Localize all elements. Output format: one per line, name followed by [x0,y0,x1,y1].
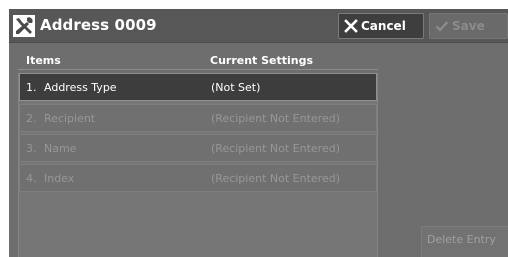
settings-list: 1. Address Type (Not Set) 2. Recipient (… [18,73,378,257]
save-button[interactable]: Save [429,13,508,39]
column-header-items: Items [26,54,61,67]
delete-entry-button[interactable]: Delete Entry [421,226,508,257]
title-bar: Address 0009 Cancel Save [9,9,508,43]
list-item-number: 2. [26,112,37,125]
list-item-value: (Recipient Not Entered) [211,172,340,185]
list-item-index[interactable]: 4. Index (Recipient Not Entered) [19,164,377,192]
list-item-value: (Recipient Not Entered) [211,112,340,125]
tools-icon [13,15,35,37]
cancel-button[interactable]: Cancel [338,13,424,39]
list-item-label: Name [44,142,77,155]
list-item-number: 4. [26,172,37,185]
address-dialog: Address 0009 Cancel Save Items Current S… [9,9,508,257]
list-item-address-type[interactable]: 1. Address Type (Not Set) [19,73,377,101]
header-divider [18,69,378,70]
screen: Address 0009 Cancel Save Items Current S… [0,0,508,257]
list-item-label: Address Type [44,81,117,94]
list-item-value: (Not Set) [211,81,261,94]
list-item-label: Recipient [44,112,96,125]
list-item-recipient[interactable]: 2. Recipient (Recipient Not Entered) [19,104,377,132]
delete-entry-label: Delete Entry [427,233,496,246]
close-icon [344,19,358,33]
list-item-number: 1. [26,81,37,94]
checkmark-icon [435,19,449,33]
list-item-number: 3. [26,142,37,155]
page-title: Address 0009 [40,16,157,34]
list-item-name[interactable]: 3. Name (Recipient Not Entered) [19,134,377,162]
list-item-value: (Recipient Not Entered) [211,142,340,155]
cancel-label: Cancel [361,19,406,33]
list-item-label: Index [44,172,75,185]
column-header-current-settings: Current Settings [210,54,314,67]
save-label: Save [452,19,485,33]
